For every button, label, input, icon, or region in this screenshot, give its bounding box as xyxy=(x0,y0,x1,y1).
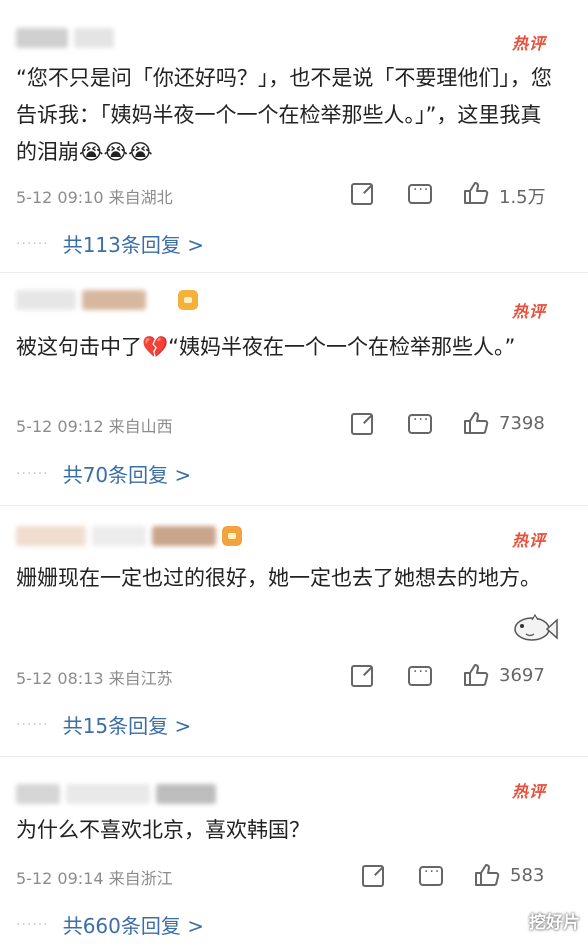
share-icon[interactable] xyxy=(362,865,384,887)
share-icon[interactable] xyxy=(351,665,373,687)
username-blurred[interactable] xyxy=(16,290,198,310)
fish-sticker-icon xyxy=(514,613,558,641)
comment-meta: 5-12 09:12 来自山西 xyxy=(16,417,173,436)
comment-icon[interactable] xyxy=(408,664,432,686)
like-icon[interactable] xyxy=(463,663,489,687)
divider xyxy=(0,505,588,506)
replies-label: 共15条回复 > xyxy=(62,714,192,738)
replies-link[interactable]: ······ 共113条回复 > xyxy=(16,229,204,258)
share-icon[interactable] xyxy=(351,413,373,435)
replies-dots: ······ xyxy=(16,916,49,933)
comment-meta: 5-12 09:14 来自浙江 xyxy=(16,869,173,888)
replies-label: 共70条回复 > xyxy=(62,463,192,487)
comment-icon[interactable] xyxy=(419,864,443,886)
comment-text: “您不只是问「你还好吗？」，也不是说「不要理他们」，您告诉我：「姨妈半夜一个一个… xyxy=(16,66,552,164)
like-count: 583 xyxy=(510,865,545,886)
like-icon[interactable] xyxy=(474,863,500,887)
replies-label: 共113条回复 > xyxy=(62,233,204,257)
comment-card: 热评 “您不只是问「你还好吗？」，也不是说「不要理他们」，您告诉我：「姨妈半夜一… xyxy=(0,0,588,264)
like-count: 1.5万 xyxy=(499,187,546,208)
crown-badge-icon xyxy=(222,526,242,546)
username-blurred[interactable] xyxy=(16,526,242,546)
comment-icon[interactable] xyxy=(408,182,432,204)
replies-link[interactable]: ······ 共70条回复 > xyxy=(16,459,191,488)
replies-dots: ······ xyxy=(16,716,49,733)
replies-dots: ······ xyxy=(16,465,49,482)
share-icon[interactable] xyxy=(351,183,373,205)
like-icon[interactable] xyxy=(463,181,489,205)
comment-text: 被这句击中了💔“姨妈半夜在一个一个在检举那些人。” xyxy=(16,335,516,359)
replies-link[interactable]: ······ 共15条回复 > xyxy=(16,710,191,739)
comment-text: 为什么不喜欢北京，喜欢韩国？ xyxy=(16,818,310,842)
hot-comment-tag: 热评 xyxy=(511,782,546,801)
watermark: 挖好片 xyxy=(529,913,580,933)
comment-meta: 5-12 09:10 来自湖北 xyxy=(16,188,173,207)
divider xyxy=(0,272,588,273)
like-icon[interactable] xyxy=(463,411,489,435)
like-count: 3697 xyxy=(499,665,545,686)
replies-dots: ······ xyxy=(16,235,49,252)
divider xyxy=(0,756,588,757)
username-blurred[interactable] xyxy=(16,28,114,48)
comment-icon[interactable] xyxy=(408,412,432,434)
comment-text: 姗姗现在一定也过的很好，她一定也去了她想去的地方。 xyxy=(16,566,541,590)
replies-link[interactable]: ······ 共660条回复 > xyxy=(16,910,204,939)
hot-comment-tag: 热评 xyxy=(511,34,546,53)
username-blurred[interactable] xyxy=(16,784,216,804)
crown-badge-icon xyxy=(178,290,198,310)
replies-label: 共660条回复 > xyxy=(62,914,204,938)
hot-comment-tag: 热评 xyxy=(511,302,546,321)
hot-comment-tag: 热评 xyxy=(511,531,546,550)
like-count: 7398 xyxy=(499,413,545,434)
comment-meta: 5-12 08:13 来自江苏 xyxy=(16,669,173,688)
